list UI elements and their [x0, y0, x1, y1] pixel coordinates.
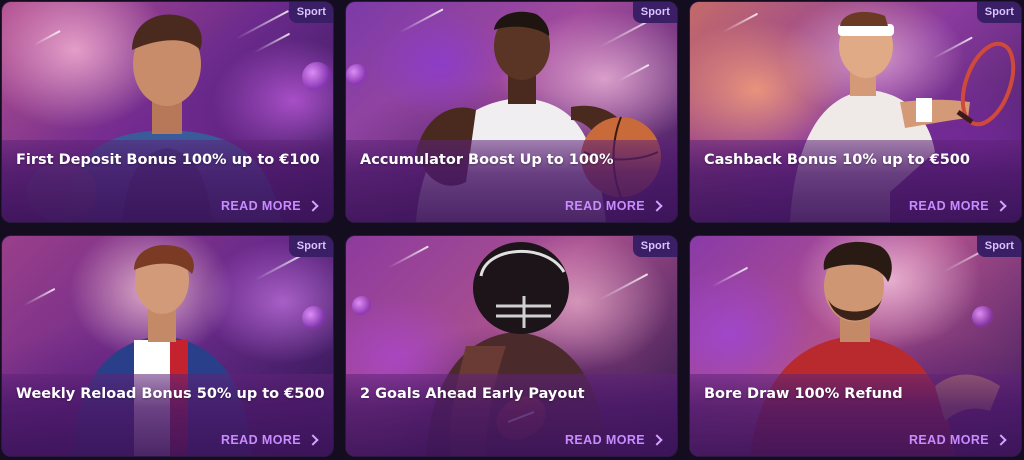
promo-title: Accumulator Boost Up to 100%: [360, 152, 614, 168]
promo-title: Cashback Bonus 10% up to €500: [704, 152, 970, 168]
read-more-label: READ MORE: [909, 199, 989, 213]
chevron-right-icon: [995, 200, 1007, 212]
promo-title: Bore Draw 100% Refund: [704, 386, 903, 402]
sport-badge: Sport: [632, 236, 677, 257]
read-more-link[interactable]: READ MORE: [909, 433, 1007, 447]
promo-card-first-deposit[interactable]: Sport First Deposit Bonus 100% up to €10…: [2, 2, 333, 222]
chevron-right-icon: [307, 200, 319, 212]
promotions-grid: Sport First Deposit Bonus 100% up to €10…: [0, 0, 1024, 460]
chevron-right-icon: [995, 434, 1007, 446]
promo-card-accumulator-boost[interactable]: Sport Accumulator Boost Up to 100% READ …: [346, 2, 677, 222]
chevron-right-icon: [651, 200, 663, 212]
read-more-link[interactable]: READ MORE: [565, 199, 663, 213]
sport-badge: Sport: [288, 236, 333, 257]
promo-title: First Deposit Bonus 100% up to €100: [16, 152, 320, 168]
sport-badge: Sport: [976, 2, 1021, 23]
sport-badge: Sport: [288, 2, 333, 23]
sport-badge: Sport: [632, 2, 677, 23]
promo-card-two-goals-ahead[interactable]: Sport 2 Goals Ahead Early Payout READ MO…: [346, 236, 677, 456]
promo-title: 2 Goals Ahead Early Payout: [360, 386, 585, 402]
read-more-link[interactable]: READ MORE: [221, 199, 319, 213]
chevron-right-icon: [651, 434, 663, 446]
promo-card-cashback-bonus[interactable]: Sport Cashback Bonus 10% up to €500 READ…: [690, 2, 1021, 222]
read-more-label: READ MORE: [565, 199, 645, 213]
sport-badge: Sport: [976, 236, 1021, 257]
read-more-label: READ MORE: [221, 199, 301, 213]
read-more-link[interactable]: READ MORE: [909, 199, 1007, 213]
read-more-link[interactable]: READ MORE: [221, 433, 319, 447]
promo-card-weekly-reload[interactable]: Sport Weekly Reload Bonus 50% up to €500…: [2, 236, 333, 456]
promo-title: Weekly Reload Bonus 50% up to €500: [16, 386, 325, 402]
read-more-label: READ MORE: [221, 433, 301, 447]
chevron-right-icon: [307, 434, 319, 446]
promo-card-bore-draw-refund[interactable]: Sport Bore Draw 100% Refund READ MORE: [690, 236, 1021, 456]
read-more-label: READ MORE: [909, 433, 989, 447]
read-more-label: READ MORE: [565, 433, 645, 447]
read-more-link[interactable]: READ MORE: [565, 433, 663, 447]
